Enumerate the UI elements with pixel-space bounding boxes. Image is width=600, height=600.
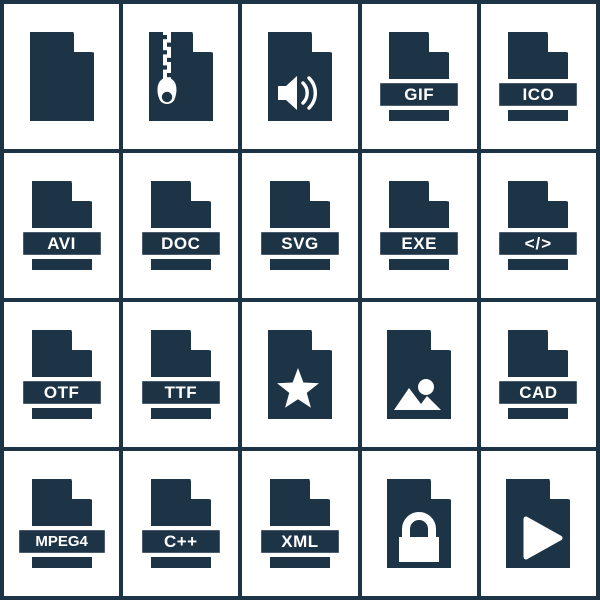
icon-cell-file-exe[interactable]: EXE [361, 153, 477, 298]
icon-cell-file-image[interactable] [361, 302, 477, 447]
icon-cell-file-play[interactable] [480, 451, 596, 596]
icon-cell-file-zip[interactable] [123, 4, 239, 149]
icon-cell-file-star[interactable] [242, 302, 358, 447]
file-otf-icon: OTF [12, 322, 112, 427]
file-type-icon-grid: GIF ICO AVI DOC SVG EXE </> OTF TTF CAD MPEG4 C++ XM… [0, 0, 600, 600]
icon-cell-file-cpp[interactable]: C++ [123, 451, 239, 596]
file-doc-icon: DOC [131, 173, 231, 278]
file-ico-icon: ICO [488, 24, 588, 129]
file-code-icon: </> [488, 173, 588, 278]
file-lock-icon [369, 471, 469, 576]
file-audio-icon [250, 24, 350, 129]
file-svg-icon: SVG [250, 173, 350, 278]
file-cpp-icon: C++ [131, 471, 231, 576]
icon-cell-file-lock[interactable] [361, 451, 477, 596]
file-play-icon [488, 471, 588, 576]
icon-cell-file-ttf[interactable]: TTF [123, 302, 239, 447]
file-star-icon [250, 322, 350, 427]
file-cad-icon: CAD [488, 322, 588, 427]
icon-cell-file-doc[interactable]: DOC [123, 153, 239, 298]
file-zip-icon [131, 24, 231, 129]
file-ttf-icon: TTF [131, 322, 231, 427]
icon-cell-file-ico[interactable]: ICO [480, 4, 596, 149]
icon-cell-file-svg[interactable]: SVG [242, 153, 358, 298]
icon-cell-file-otf[interactable]: OTF [4, 302, 120, 447]
icon-cell-file-code[interactable]: </> [480, 153, 596, 298]
file-image-icon [369, 322, 469, 427]
icon-cell-file-audio[interactable] [242, 4, 358, 149]
file-blank-icon [12, 24, 112, 129]
file-avi-icon: AVI [12, 173, 112, 278]
icon-cell-file-blank[interactable] [4, 4, 120, 149]
icon-cell-file-avi[interactable]: AVI [4, 153, 120, 298]
file-mpeg4-icon: MPEG4 [12, 471, 112, 576]
file-exe-icon: EXE [369, 173, 469, 278]
file-gif-icon: GIF [369, 24, 469, 129]
icon-cell-file-gif[interactable]: GIF [361, 4, 477, 149]
file-xml-icon: XML [250, 471, 350, 576]
icon-cell-file-mpeg4[interactable]: MPEG4 [4, 451, 120, 596]
icon-cell-file-xml[interactable]: XML [242, 451, 358, 596]
icon-cell-file-cad[interactable]: CAD [480, 302, 596, 447]
